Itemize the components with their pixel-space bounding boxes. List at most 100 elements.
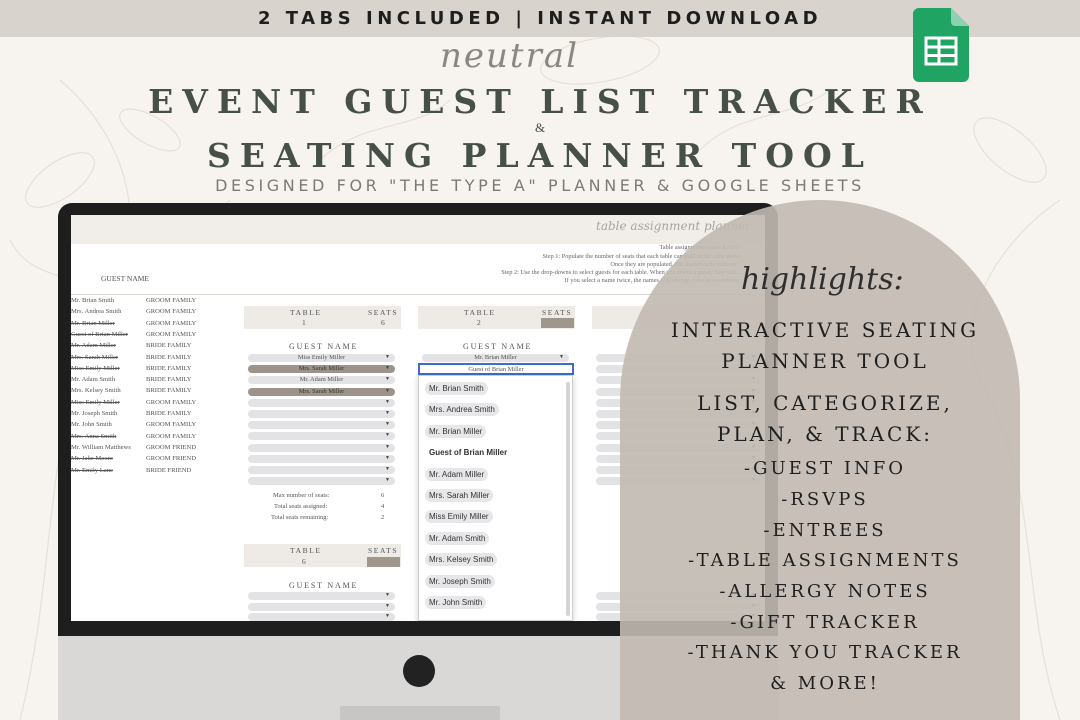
chevron-down-icon: ▼	[385, 366, 390, 372]
seats-input-cell[interactable]	[367, 557, 400, 567]
guest-name: Mrs. Andrea Smith	[71, 308, 122, 316]
seat-dropdown[interactable]: Miss Emily Miller ▼	[248, 354, 395, 362]
guest-row[interactable]: Mr. Brian Smith GROOM FAMILY	[71, 297, 211, 304]
guest-row[interactable]: Mr. Emily Lane BRIDE FRIEND	[71, 467, 211, 474]
guest-row[interactable]: Mr. Brian Miller GROOM FAMILY	[71, 320, 211, 327]
highlights-title: highlights:	[741, 262, 904, 297]
guest-dropdown-menu: Mr. Brian Smith Mrs. Andrea Smith Mr. Bria…	[418, 375, 573, 621]
guest-name-label: GUEST NAME	[463, 342, 533, 351]
table-number: 6	[302, 557, 308, 566]
dropdown-option[interactable]: Guest of Brian Miller	[425, 446, 511, 459]
seat-dropdown[interactable]: ▼	[248, 432, 395, 441]
table-label: TABLE	[290, 308, 322, 317]
seat-dropdown[interactable]: ▼	[248, 454, 395, 463]
seat-dropdown[interactable]: ▼	[248, 398, 395, 407]
guest-row[interactable]: Mrs. Andrea Smith GROOM FAMILY	[71, 308, 211, 315]
highlight-line: -THANK YOU TRACKER	[687, 642, 963, 663]
table-label: TABLE	[290, 546, 322, 555]
highlight-line: & MORE!	[770, 673, 880, 694]
dropdown-option[interactable]: Miss Emily Miller	[425, 510, 493, 524]
guest-name: Miss Emily Miller	[71, 398, 120, 406]
seat-dropdown[interactable]: Mr. Adam Miller ▼	[248, 376, 395, 385]
guest-name: Mr. Jake Moore	[71, 455, 113, 463]
seat-dropdown[interactable]: Mr. Brian Miller ▼	[422, 354, 569, 362]
guest-name: Miss Emily Miller	[71, 364, 120, 372]
table-number: 2	[477, 318, 483, 327]
dropdown-option[interactable]: Mr. Joseph Smith	[425, 574, 495, 588]
guest-category: GROOM FAMILY	[146, 319, 197, 327]
guest-name: Mr. William Matthews	[71, 443, 131, 451]
dropdown-option[interactable]: Mrs. Sarah Miller	[425, 489, 494, 502]
guest-row[interactable]: Mr. William Matthews GROOM FRIEND	[71, 444, 211, 451]
chevron-down-icon: ▼	[559, 355, 564, 360]
dropdown-option[interactable]: Mrs. Andrea Smith	[425, 403, 499, 417]
seat-dropdown[interactable]: ▼	[248, 443, 395, 452]
guest-row[interactable]: Mr. John Smith GROOM FAMILY	[71, 421, 211, 428]
google-sheets-icon	[913, 8, 969, 82]
guest-name: Mrs. Kelsey Smith	[71, 387, 121, 395]
seats-remaining-value: 2	[381, 514, 385, 521]
dropdown-option[interactable]: Mr. Brian Miller	[425, 424, 487, 438]
dropdown-option[interactable]: Mr. Adam Miller	[425, 467, 489, 481]
seat-dropdown[interactable]: ▼	[248, 466, 395, 474]
guest-row[interactable]: Mr. Adam Smith BRIDE FAMILY	[71, 376, 211, 383]
guest-row[interactable]: Miss Emily Miller GROOM FAMILY	[71, 399, 211, 406]
guest-row[interactable]: Miss Emily Miller BRIDE FAMILY	[71, 365, 211, 372]
guest-category: BRIDE FAMILY	[146, 364, 192, 372]
guest-row[interactable]: Mrs. Sarah Miller BRIDE FAMILY	[71, 354, 211, 361]
seat-dropdown-input[interactable]: Guest of Brian Miller	[418, 363, 574, 375]
guest-row[interactable]: Mrs. Kelsey Smith BRIDE FAMILY	[71, 387, 211, 394]
seat-dropdown-value: Mr. Brian Miller	[474, 354, 517, 361]
chevron-down-icon: ▼	[385, 614, 390, 619]
highlight-line: LIST, CATEGORIZE,	[697, 391, 953, 415]
chevron-down-icon: ▼	[385, 355, 390, 360]
guest-category: GROOM FAMILY	[146, 398, 197, 406]
chevron-down-icon: ▼	[385, 388, 390, 394]
seats-assigned-label: Total seats assigned:	[274, 503, 328, 510]
seat-dropdown[interactable]: ▼	[248, 613, 395, 621]
script-word: neutral	[440, 36, 579, 76]
dropdown-scrollbar[interactable]	[566, 382, 570, 616]
guest-row[interactable]: Mr. Jake Moore GROOM FRIEND	[71, 455, 211, 462]
guest-row[interactable]: Mrs. Anna Smith GROOM FAMILY	[71, 433, 211, 440]
banner-text: 2 TABS INCLUDED | INSTANT DOWNLOAD	[257, 8, 823, 29]
guest-category: BRIDE FAMILY	[146, 376, 192, 384]
chevron-down-icon: ▼	[385, 593, 390, 598]
chevron-down-icon: ▼	[385, 603, 390, 609]
chevron-down-icon: ▼	[385, 478, 390, 484]
guest-name-label: GUEST NAME	[289, 581, 359, 590]
guest-name: Mr. Joseph Smith	[71, 410, 118, 417]
dropdown-option[interactable]: Mr. John Smith	[425, 596, 487, 609]
seat-dropdown[interactable]: ▼	[248, 592, 395, 600]
seat-dropdown[interactable]: Mrs. Sarah Miller ▼	[248, 365, 395, 374]
guest-row[interactable]: Guest of Brian Miller GROOM FAMILY	[71, 331, 211, 338]
seats-input-cell[interactable]	[541, 318, 574, 328]
seat-dropdown[interactable]: ▼	[248, 602, 395, 611]
max-seats-value: 6	[381, 492, 385, 499]
guest-category: GROOM FRIEND	[146, 455, 197, 463]
seat-dropdown[interactable]: ▼	[248, 421, 395, 430]
guest-name: Mr. Emily Lane	[71, 466, 113, 474]
title-line-1: EVENT GUEST LIST TRACKER	[148, 82, 932, 121]
guest-name: Mr. Adam Miller	[71, 342, 116, 350]
highlight-line: -ENTREES	[763, 520, 887, 541]
seat-dropdown[interactable]: Mrs. Sarah Miller ▼	[248, 387, 395, 396]
highlight-line: -ALLERGY NOTES	[719, 581, 931, 602]
highlight-line: -GIFT TRACKER	[730, 612, 920, 633]
guest-name: Mrs. Sarah Miller	[71, 353, 119, 361]
guest-row[interactable]: Mr. Adam Miller BRIDE FAMILY	[71, 342, 211, 349]
highlight-line: -GUEST INFO	[744, 458, 906, 479]
dropdown-option[interactable]: Mr. Brian Smith	[425, 382, 488, 395]
guest-category: BRIDE FAMILY	[146, 410, 192, 417]
guest-row[interactable]: Mr. Joseph Smith BRIDE FAMILY	[71, 410, 211, 417]
subtitle: DESIGNED FOR "THE TYPE A" PLANNER & GOOG…	[215, 176, 865, 195]
chevron-down-icon: ▼	[385, 422, 390, 428]
chevron-down-icon: ▼	[385, 455, 390, 461]
seat-dropdown[interactable]: ▼	[248, 410, 395, 418]
seat-dropdown-value: Miss Emily Miller	[297, 354, 346, 361]
dropdown-option[interactable]: Mrs. Kelsey Smith	[425, 553, 498, 567]
dropdown-option[interactable]: Mr. Adam Smith	[425, 531, 490, 545]
guest-category: BRIDE FAMILY	[146, 353, 192, 361]
seats-label: SEATS	[368, 546, 399, 555]
seat-dropdown[interactable]: ▼	[248, 477, 395, 486]
